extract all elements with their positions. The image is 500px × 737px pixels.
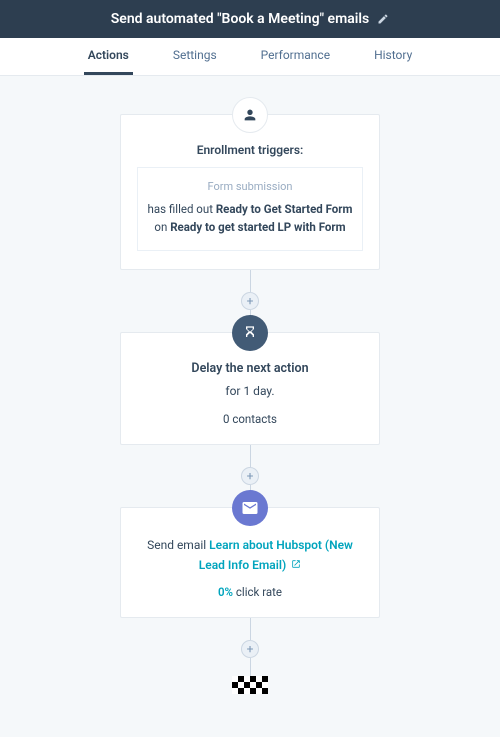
trigger-line2-prefix: on (154, 220, 170, 234)
tab-bar: Actions Settings Performance History (0, 38, 500, 76)
trigger-line-1: has filled out Ready to Get Started Form (146, 200, 354, 218)
delay-card[interactable]: Delay the next action for 1 day. 0 conta… (120, 332, 380, 445)
connector (250, 270, 251, 292)
add-action-button[interactable]: + (241, 292, 259, 310)
trigger-form-name: Ready to Get Started Form (216, 202, 353, 216)
tab-settings[interactable]: Settings (169, 38, 221, 75)
add-action-button[interactable]: + (241, 640, 259, 658)
trigger-type-label: Form submission (146, 178, 354, 196)
contact-icon (232, 97, 268, 133)
end-marker (232, 676, 268, 694)
tab-actions[interactable]: Actions (84, 38, 133, 75)
delay-contacts: 0 contacts (137, 412, 363, 426)
add-action-button[interactable]: + (241, 467, 259, 485)
edit-title-icon[interactable] (377, 10, 389, 29)
connector (250, 618, 251, 640)
delay-title: Delay the next action (137, 361, 363, 376)
trigger-line1-prefix: has filled out (148, 202, 216, 216)
email-prefix: Send email (147, 538, 209, 552)
connector (250, 658, 251, 676)
page-header: Send automated "Book a Meeting" emails (0, 0, 500, 38)
email-link[interactable]: Learn about Hubspot (New Lead Info Email… (199, 538, 353, 571)
email-card[interactable]: Send email Learn about Hubspot (New Lead… (120, 507, 380, 617)
workflow-canvas[interactable]: Enrollment triggers: Form submission has… (0, 76, 500, 737)
enrollment-trigger-box: Form submission has filled out Ready to … (137, 167, 363, 251)
click-rate-label: click rate (233, 585, 282, 599)
mail-icon (232, 490, 268, 526)
enrollment-card[interactable]: Enrollment triggers: Form submission has… (120, 114, 380, 270)
delay-duration: for 1 day. (137, 384, 363, 398)
click-rate: 0% click rate (137, 585, 363, 599)
email-action-text: Send email Learn about Hubspot (New Lead… (137, 536, 363, 574)
external-link-icon[interactable] (289, 558, 301, 572)
enrollment-heading: Enrollment triggers: (137, 143, 363, 157)
workflow-title: Send automated "Book a Meeting" emails (111, 11, 369, 27)
click-rate-pct: 0% (218, 585, 233, 599)
connector (250, 445, 251, 467)
trigger-page-name: Ready to get started LP with Form (170, 220, 345, 234)
hourglass-icon (232, 315, 268, 351)
tab-history[interactable]: History (370, 38, 416, 75)
trigger-line-2: on Ready to get started LP with Form (146, 218, 354, 236)
tab-performance[interactable]: Performance (257, 38, 334, 75)
